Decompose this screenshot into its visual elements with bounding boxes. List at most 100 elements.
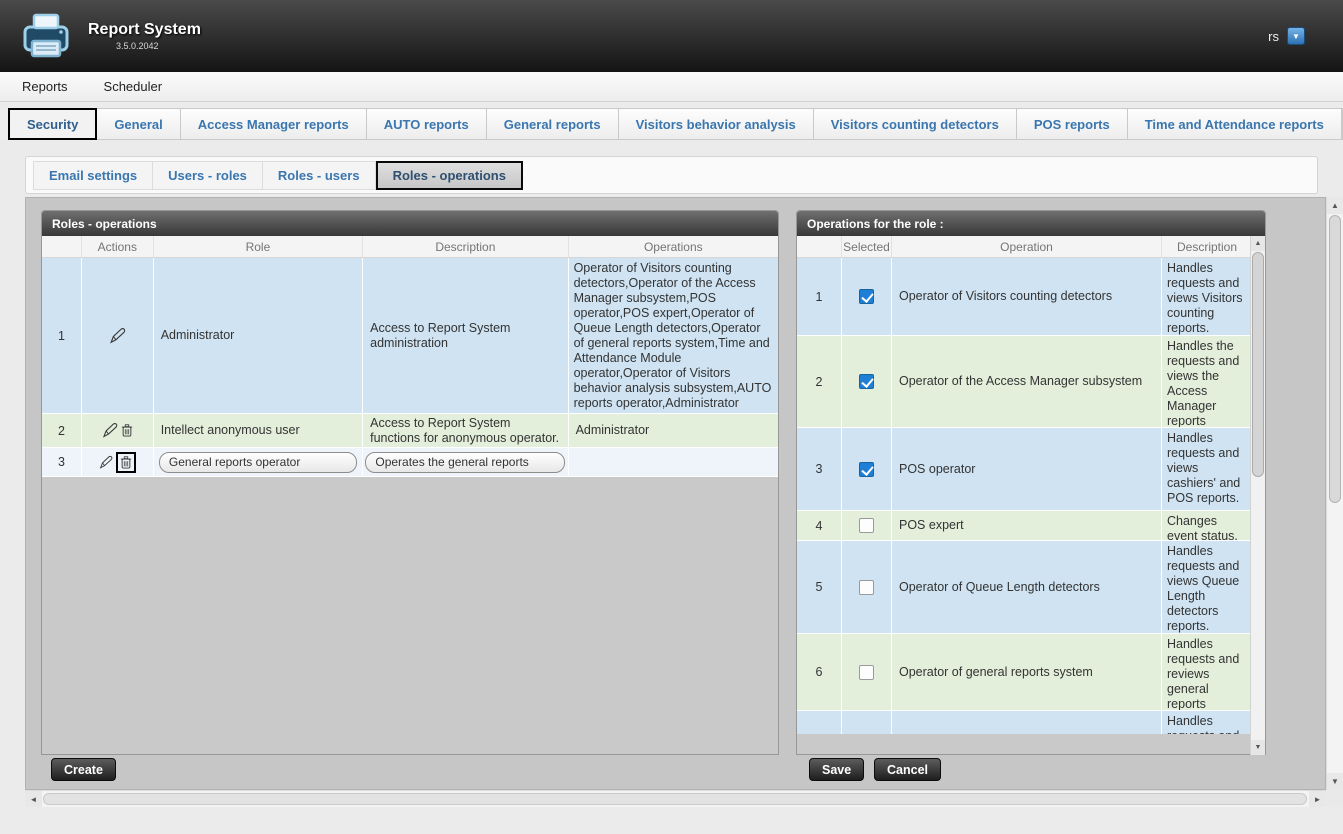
col-header-num — [42, 236, 82, 258]
create-button[interactable]: Create — [51, 758, 116, 781]
tab-security[interactable]: Security — [8, 108, 97, 140]
row-number: 5 — [797, 541, 842, 634]
roles-panel-title: Roles - operations — [42, 211, 778, 236]
scroll-up-icon[interactable]: ▲ — [1327, 197, 1343, 214]
role-row-administrator: 1 Administrator Access to Report System … — [42, 258, 778, 414]
tab-general[interactable]: General — [97, 108, 180, 140]
scroll-up-icon[interactable]: ▲ — [1251, 236, 1265, 251]
scroll-left-icon[interactable]: ◄ — [25, 791, 42, 807]
click-annotation-box — [116, 452, 136, 473]
menu-item-reports[interactable]: Reports — [22, 79, 68, 94]
user-menu-dropdown-icon[interactable]: ▼ — [1287, 27, 1305, 45]
operation-name-cell: POS operator — [892, 428, 1162, 511]
subtab-users-roles[interactable]: Users - roles — [153, 161, 263, 190]
col-header-operations: Operations — [569, 236, 778, 258]
subtab-roles-users[interactable]: Roles - users — [263, 161, 376, 190]
app-header: Report System 3.5.0.2042 rs ▼ — [0, 0, 1343, 72]
operation-description-cell: Handles requests and views Visitors coun… — [1162, 258, 1252, 336]
subtab-email-settings[interactable]: Email settings — [33, 161, 153, 190]
role-name-cell: Administrator — [154, 258, 363, 414]
edit-role-icon[interactable] — [108, 327, 126, 345]
operations-table-scrollbar: ▲ ▼ — [1250, 236, 1265, 755]
operation-row: 1 Operator of Visitors counting detector… — [797, 258, 1252, 336]
role-row-edit: 3 — [42, 448, 778, 477]
scrollbar-thumb[interactable] — [43, 793, 1307, 805]
operation-name-cell: Operator of general reports system — [892, 634, 1162, 711]
tab-time-and-attendance-reports[interactable]: Time and Attendance reports — [1128, 108, 1342, 140]
operation-description-cell: Handles requests and views Queue Length … — [1162, 541, 1252, 634]
row-actions-cell — [82, 258, 154, 414]
selected-cell — [842, 336, 892, 428]
delete-role-icon[interactable] — [121, 423, 133, 438]
col-header-operation: Operation — [892, 236, 1162, 258]
operation-name-cell: Operator of the Access Manager subsystem — [892, 336, 1162, 428]
role-description-cell: Access to Report System functions for an… — [363, 414, 568, 448]
operation-description-cell: Handles requests and reviews general rep… — [1162, 634, 1252, 711]
tab-access-manager-reports[interactable]: Access Manager reports — [181, 108, 367, 140]
tab-auto-reports[interactable]: AUTO reports — [367, 108, 487, 140]
col-header-num — [797, 236, 842, 258]
role-description-input[interactable] — [365, 452, 565, 473]
edit-role-icon[interactable] — [98, 455, 113, 470]
operation-checkbox[interactable] — [859, 518, 874, 533]
subtab-roles-operations[interactable]: Roles - operations — [376, 161, 523, 190]
scroll-down-icon[interactable]: ▼ — [1251, 740, 1265, 755]
operation-name-cell: Operator of Visitors counting detectors — [892, 258, 1162, 336]
menu-bar: Reports Scheduler — [0, 72, 1343, 102]
role-name-input[interactable] — [159, 452, 357, 473]
role-row-intellect-anonymous-user: 2 Intellect anonymous user Access to Rep… — [42, 414, 778, 448]
row-number: 1 — [797, 258, 842, 336]
role-operations-cell: Operator of Visitors counting detectors,… — [569, 258, 778, 414]
tab-visitors-behavior-analysis[interactable]: Visitors behavior analysis — [619, 108, 814, 140]
row-number: 3 — [42, 448, 82, 477]
row-actions-cell — [82, 448, 154, 477]
operation-checkbox[interactable] — [859, 462, 874, 477]
operations-for-role-panel: Operations for the role : Selected Opera… — [796, 210, 1266, 755]
row-number — [797, 711, 842, 734]
operation-description-cell: Handles the requests and views the Acces… — [1162, 336, 1252, 428]
page-horizontal-scrollbar: ◄ ► — [25, 790, 1326, 807]
operation-description-cell: Changes event status. — [1162, 511, 1252, 541]
operation-name-cell — [892, 711, 1162, 734]
page-vertical-scrollbar: ▲ ▼ — [1326, 197, 1343, 790]
delete-role-icon[interactable] — [120, 455, 132, 470]
operation-row: 6 Operator of general reports system Han… — [797, 634, 1252, 711]
row-number: 6 — [797, 634, 842, 711]
cancel-button[interactable]: Cancel — [874, 758, 941, 781]
tab-pos-reports[interactable]: POS reports — [1017, 108, 1128, 140]
operation-description-cell: Handles requests and — [1162, 711, 1252, 734]
content-viewport: Roles - operations Actions Role Descript… — [25, 197, 1326, 790]
operation-row: Handles requests and — [797, 711, 1252, 734]
main-tab-strip: Security General Access Manager reports … — [0, 108, 1343, 140]
menu-item-scheduler[interactable]: Scheduler — [104, 79, 163, 94]
operation-checkbox[interactable] — [859, 665, 874, 680]
row-number: 4 — [797, 511, 842, 541]
tab-general-reports[interactable]: General reports — [487, 108, 619, 140]
operation-checkbox[interactable] — [859, 580, 874, 595]
operations-table-header: Selected Operation Description — [797, 236, 1252, 258]
role-name-cell — [154, 448, 363, 477]
scroll-right-icon[interactable]: ► — [1309, 791, 1326, 807]
user-box: rs ▼ — [1268, 27, 1305, 45]
operation-checkbox[interactable] — [859, 374, 874, 389]
edit-role-icon[interactable] — [101, 422, 118, 439]
operation-row: 2 Operator of the Access Manager subsyst… — [797, 336, 1252, 428]
roles-table-header: Actions Role Description Operations — [42, 236, 778, 258]
operation-row: 4 POS expert Changes event status. — [797, 511, 1252, 541]
roles-operations-panel: Roles - operations Actions Role Descript… — [41, 210, 779, 755]
row-number: 1 — [42, 258, 82, 414]
selected-cell — [842, 511, 892, 541]
row-actions-cell — [82, 414, 154, 448]
scroll-down-icon[interactable]: ▼ — [1327, 773, 1343, 790]
operation-name-cell: POS expert — [892, 511, 1162, 541]
save-button[interactable]: Save — [809, 758, 864, 781]
scrollbar-thumb[interactable] — [1252, 252, 1264, 477]
scrollbar-thumb[interactable] — [1329, 215, 1341, 503]
tab-visitors-counting-detectors[interactable]: Visitors counting detectors — [814, 108, 1017, 140]
col-header-description: Description — [363, 236, 568, 258]
role-description-cell: Access to Report System administration — [363, 258, 568, 414]
app-version: 3.5.0.2042 — [116, 41, 201, 51]
selected-cell — [842, 711, 892, 734]
role-name-cell: Intellect anonymous user — [154, 414, 363, 448]
operation-checkbox[interactable] — [859, 289, 874, 304]
